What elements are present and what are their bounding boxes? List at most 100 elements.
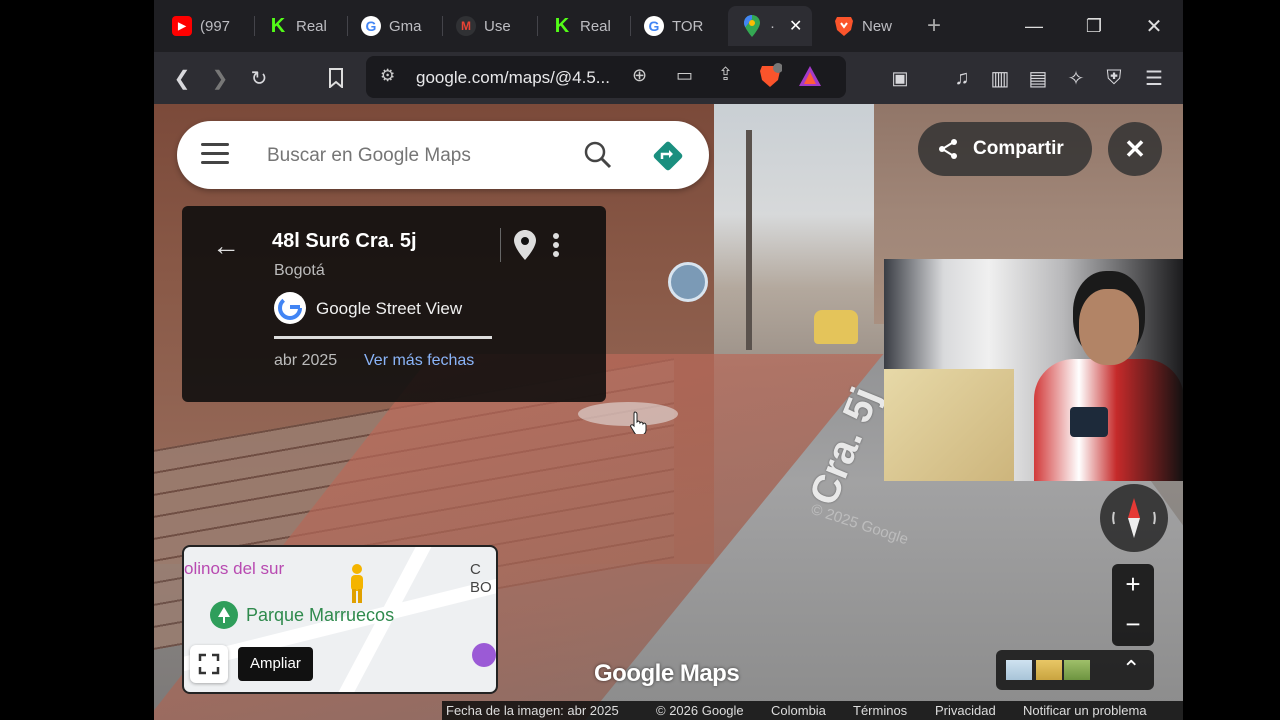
image-strip-control[interactable]: ⌃ <box>996 650 1154 690</box>
mouse-cursor-icon <box>630 410 648 436</box>
webcam-phone <box>1070 407 1108 437</box>
divider <box>500 228 501 262</box>
kick-icon: K <box>554 14 570 37</box>
thumbnail-sky[interactable] <box>1006 660 1032 680</box>
zoom-in-button[interactable]: + <box>1112 564 1154 604</box>
tab-gmail[interactable]: M Use <box>456 6 530 46</box>
date-timeline-bar <box>274 336 492 339</box>
share-page-icon[interactable]: ⇪ <box>718 64 733 85</box>
directions-icon[interactable] <box>651 139 685 173</box>
main-menu-icon[interactable]: ☰ <box>1138 62 1170 94</box>
thumbnail-green[interactable] <box>1064 660 1090 680</box>
tab-google-maps[interactable]: · ✕ <box>728 6 812 46</box>
tab-label: Real <box>580 17 611 35</box>
bookmark-button[interactable] <box>320 62 352 94</box>
brave-rewards-icon[interactable] <box>798 65 822 89</box>
pegman-icon[interactable] <box>346 563 368 605</box>
wallet-icon[interactable]: ▤ <box>1022 62 1054 94</box>
tab-new-tab[interactable]: New <box>834 6 908 46</box>
tab-label: · <box>770 17 775 35</box>
webcam-jacket <box>1034 359 1183 481</box>
tab-kick-1[interactable]: K Real <box>268 6 338 46</box>
tab-google-tor[interactable]: G TOR <box>644 6 718 46</box>
zoom-icon[interactable]: ⊕ <box>632 65 647 86</box>
address-bar[interactable]: ⚙ google.com/maps/@4.5... ⊕ ▭ ⇪ <box>366 56 846 98</box>
share-button[interactable]: Compartir <box>918 122 1092 176</box>
compass-icon[interactable] <box>1100 484 1168 552</box>
more-options-icon[interactable] <box>552 232 560 258</box>
tab-label: Gma <box>389 17 422 35</box>
reader-mode-icon[interactable]: ▣ <box>884 62 916 94</box>
webcam-overlay <box>884 259 1183 481</box>
tab-kick-2[interactable]: K Real <box>552 6 622 46</box>
country-link[interactable]: Colombia <box>771 703 826 718</box>
taxi-car <box>814 310 858 344</box>
search-box <box>177 121 709 189</box>
close-window-button[interactable]: ✕ <box>1134 10 1174 42</box>
browser-window: ▶ (997 K Real G Gma M Use K Real G TOR ·… <box>154 0 1183 720</box>
search-input[interactable] <box>265 135 569 177</box>
back-button[interactable]: ❮ <box>166 62 198 94</box>
zoom-out-button[interactable]: − <box>1112 604 1154 644</box>
move-here-indicator[interactable] <box>578 402 678 426</box>
webcam-head <box>1079 289 1139 365</box>
privacy-link[interactable]: Privacidad <box>935 703 996 718</box>
tab-label: (997 <box>200 17 231 35</box>
minimize-button[interactable]: — <box>1014 10 1054 42</box>
brave-shields-icon[interactable] <box>758 62 783 90</box>
kick-icon: K <box>270 14 286 37</box>
copyright-text: © 2026 Google <box>656 703 744 718</box>
search-icon[interactable] <box>582 139 614 171</box>
new-tab-button[interactable]: + <box>914 10 954 42</box>
site-settings-icon[interactable]: ⚙ <box>380 66 395 86</box>
media-icon[interactable]: ♫ <box>946 62 978 94</box>
share-label: Compartir <box>973 138 1064 159</box>
tab-label: Real <box>296 17 327 35</box>
maps-footer: Fecha de la imagen: abr 2025 © 2026 Goog… <box>442 701 1183 720</box>
street-view-source: Google Street View <box>316 299 463 318</box>
google-icon: G <box>644 16 664 36</box>
more-dates-link[interactable]: Ver más fechas <box>364 352 474 370</box>
back-arrow-icon[interactable]: ← <box>212 230 240 262</box>
tab-divider <box>537 16 538 36</box>
park-icon <box>210 601 238 629</box>
tab-divider <box>347 16 348 36</box>
gmail-icon: M <box>456 16 476 36</box>
sidebar-icon[interactable]: ▥ <box>984 62 1016 94</box>
url-text[interactable]: google.com/maps/@4.5... <box>416 68 610 88</box>
report-problem-link[interactable]: Notificar un problema <box>1023 703 1147 718</box>
utility-pole <box>746 130 752 350</box>
webcam-bed <box>884 369 1014 481</box>
location-marker-icon[interactable] <box>668 262 708 302</box>
tab-label: Use <box>484 17 511 35</box>
place-city: Bogotá <box>274 262 325 279</box>
terms-link[interactable]: Términos <box>853 703 907 718</box>
minimap[interactable]: olinos del sur Parque Marruecos C BO Amp… <box>182 545 498 694</box>
expand-map-icon[interactable] <box>190 645 228 683</box>
minimap-label-park: Parque Marruecos <box>246 605 395 625</box>
forward-button[interactable]: ❯ <box>204 62 236 94</box>
tab-youtube[interactable]: ▶ (997 <box>172 6 252 46</box>
zoom-control: + − <box>1112 564 1154 646</box>
image-date-text: Fecha de la imagen: abr 2025 <box>446 703 619 718</box>
share-icon <box>936 137 960 161</box>
map-pin-icon[interactable] <box>514 230 536 260</box>
reload-button[interactable]: ↻ <box>243 62 275 94</box>
thumbnail-yellow[interactable] <box>1036 660 1062 680</box>
cast-icon[interactable]: ▭ <box>676 65 693 86</box>
google-logo-icon <box>274 292 306 324</box>
close-tab-icon[interactable]: ✕ <box>789 16 802 36</box>
place-info-card: ← 48l Sur6 Cra. 5j Bogotá Google Street … <box>182 206 606 402</box>
webcam-person <box>1034 289 1183 481</box>
tab-gmail-google[interactable]: G Gma <box>361 6 435 46</box>
menu-icon[interactable] <box>201 143 229 167</box>
expand-tooltip: Ampliar <box>238 647 313 681</box>
tab-divider <box>630 16 631 36</box>
close-street-view-button[interactable]: ✕ <box>1108 122 1162 176</box>
expand-up-icon[interactable]: ⌃ <box>1122 656 1140 682</box>
leo-ai-icon[interactable]: ✧ <box>1060 62 1092 94</box>
street-view-panorama[interactable]: Cra. 5j © 2025 Google ← 48l Sur6 Cra. 5j… <box>154 104 1183 720</box>
vpn-icon[interactable]: ⛨ <box>1098 62 1130 94</box>
restore-button[interactable]: ❐ <box>1074 10 1114 42</box>
capture-date: abr 2025 <box>274 352 338 369</box>
